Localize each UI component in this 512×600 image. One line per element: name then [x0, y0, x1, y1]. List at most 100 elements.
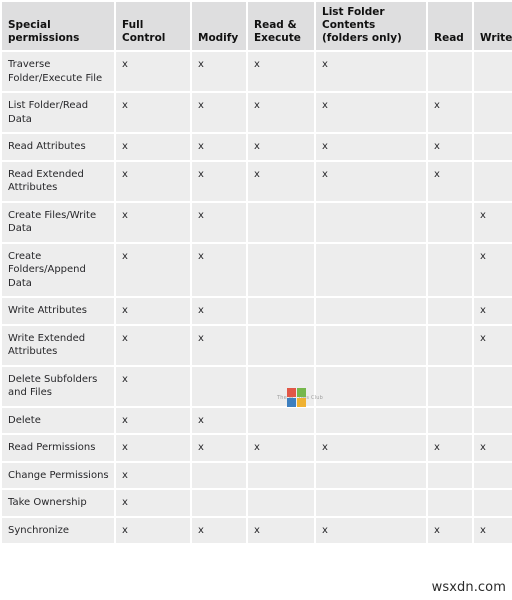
- special-permissions-table: Special permissions Full Control Modify …: [0, 0, 512, 546]
- permission-mark-cell: [248, 243, 314, 297]
- permission-mark-cell: [428, 298, 472, 324]
- permission-mark-cell: [474, 161, 512, 201]
- permission-mark-cell: x: [428, 517, 472, 544]
- permission-mark-cell: x: [116, 462, 190, 489]
- table-row: Take Ownership x: [2, 490, 512, 516]
- table-row: Change Permissions x: [2, 462, 512, 489]
- permission-mark-cell: x: [248, 161, 314, 201]
- permission-mark-cell: [474, 462, 512, 489]
- permission-mark-cell: x: [474, 325, 512, 365]
- permission-mark-cell: [316, 202, 426, 242]
- permission-mark-cell: x: [116, 52, 190, 92]
- permission-name-cell: Delete: [2, 407, 114, 434]
- permission-mark-cell: x: [192, 161, 246, 201]
- permission-mark-cell: [248, 325, 314, 365]
- permission-name-cell: Take Ownership: [2, 490, 114, 516]
- table-row: Create Folders/Append Data x x x: [2, 243, 512, 297]
- table-row: Read Permissions x x x x x x: [2, 435, 512, 461]
- permission-mark-cell: x: [116, 243, 190, 297]
- permission-name-cell: Traverse Folder/Execute File: [2, 52, 114, 92]
- permission-mark-cell: x: [316, 435, 426, 461]
- permission-mark-cell: [428, 407, 472, 434]
- permission-name-cell: Write Attributes: [2, 298, 114, 324]
- column-header-list-folder-contents: List Folder Contents (folders only): [316, 2, 426, 51]
- permission-mark-cell: x: [192, 134, 246, 160]
- permission-mark-cell: x: [316, 161, 426, 201]
- table-row: Create Files/Write Data x x x: [2, 202, 512, 242]
- permission-mark-cell: x: [316, 93, 426, 133]
- permission-mark-cell: [248, 366, 314, 406]
- permission-mark-cell: x: [192, 243, 246, 297]
- permission-mark-cell: [192, 490, 246, 516]
- permission-mark-cell: [428, 243, 472, 297]
- permission-mark-cell: x: [248, 93, 314, 133]
- permission-mark-cell: x: [116, 490, 190, 516]
- permission-mark-cell: [192, 462, 246, 489]
- permission-mark-cell: x: [116, 298, 190, 324]
- permission-mark-cell: x: [116, 517, 190, 544]
- table-row: Read Attributes x x x x x: [2, 134, 512, 160]
- column-header-special-permissions: Special permissions: [2, 2, 114, 51]
- permission-mark-cell: x: [428, 134, 472, 160]
- permission-mark-cell: [316, 366, 426, 406]
- permission-name-cell: Synchronize: [2, 517, 114, 544]
- permission-mark-cell: x: [474, 298, 512, 324]
- permission-mark-cell: x: [248, 52, 314, 92]
- table-row: Write Attributes x x x: [2, 298, 512, 324]
- permission-mark-cell: x: [192, 202, 246, 242]
- permission-mark-cell: [192, 366, 246, 406]
- permission-mark-cell: [316, 298, 426, 324]
- permission-mark-cell: x: [316, 134, 426, 160]
- permission-mark-cell: x: [248, 435, 314, 461]
- permission-name-cell: Read Attributes: [2, 134, 114, 160]
- permission-name-cell: Change Permissions: [2, 462, 114, 489]
- table-row: Traverse Folder/Execute File x x x x: [2, 52, 512, 92]
- permission-mark-cell: x: [248, 134, 314, 160]
- permission-mark-cell: x: [116, 325, 190, 365]
- permission-mark-cell: x: [428, 161, 472, 201]
- permission-mark-cell: [248, 407, 314, 434]
- permission-name-cell: Delete Subfolders and Files: [2, 366, 114, 406]
- permission-mark-cell: x: [116, 134, 190, 160]
- permission-mark-cell: [474, 366, 512, 406]
- permission-mark-cell: x: [316, 517, 426, 544]
- permission-mark-cell: [316, 243, 426, 297]
- table-row: Read Extended Attributes x x x x x: [2, 161, 512, 201]
- column-header-modify: Modify: [192, 2, 246, 51]
- table-header-row: Special permissions Full Control Modify …: [2, 2, 512, 51]
- permission-name-cell: Create Folders/Append Data: [2, 243, 114, 297]
- permission-mark-cell: [474, 93, 512, 133]
- permission-mark-cell: x: [116, 407, 190, 434]
- permission-mark-cell: [474, 407, 512, 434]
- permission-mark-cell: x: [428, 93, 472, 133]
- permission-mark-cell: x: [192, 435, 246, 461]
- table-row: List Folder/Read Data x x x x x: [2, 93, 512, 133]
- permission-mark-cell: [474, 52, 512, 92]
- permission-mark-cell: x: [192, 517, 246, 544]
- permission-mark-cell: x: [192, 52, 246, 92]
- column-header-full-control: Full Control: [116, 2, 190, 51]
- permission-mark-cell: [428, 462, 472, 489]
- permission-mark-cell: x: [116, 93, 190, 133]
- table-row: Synchronize x x x x x x: [2, 517, 512, 544]
- site-watermark: wsxdn.com: [431, 580, 506, 595]
- permission-mark-cell: x: [192, 298, 246, 324]
- table-row: Write Extended Attributes x x x: [2, 325, 512, 365]
- permission-mark-cell: x: [474, 202, 512, 242]
- permission-mark-cell: [248, 202, 314, 242]
- permission-mark-cell: x: [474, 517, 512, 544]
- permission-mark-cell: [248, 490, 314, 516]
- permission-name-cell: Create Files/Write Data: [2, 202, 114, 242]
- column-header-write: Write: [474, 2, 512, 51]
- permission-mark-cell: x: [474, 243, 512, 297]
- table-body: Traverse Folder/Execute File x x x x List Fol…: [2, 52, 512, 544]
- permission-mark-cell: [428, 202, 472, 242]
- permission-name-cell: List Folder/Read Data: [2, 93, 114, 133]
- permission-mark-cell: x: [192, 407, 246, 434]
- permission-mark-cell: x: [116, 202, 190, 242]
- permission-name-cell: Read Permissions: [2, 435, 114, 461]
- permission-mark-cell: [316, 407, 426, 434]
- permission-mark-cell: x: [192, 325, 246, 365]
- permission-mark-cell: [474, 490, 512, 516]
- permission-mark-cell: x: [116, 435, 190, 461]
